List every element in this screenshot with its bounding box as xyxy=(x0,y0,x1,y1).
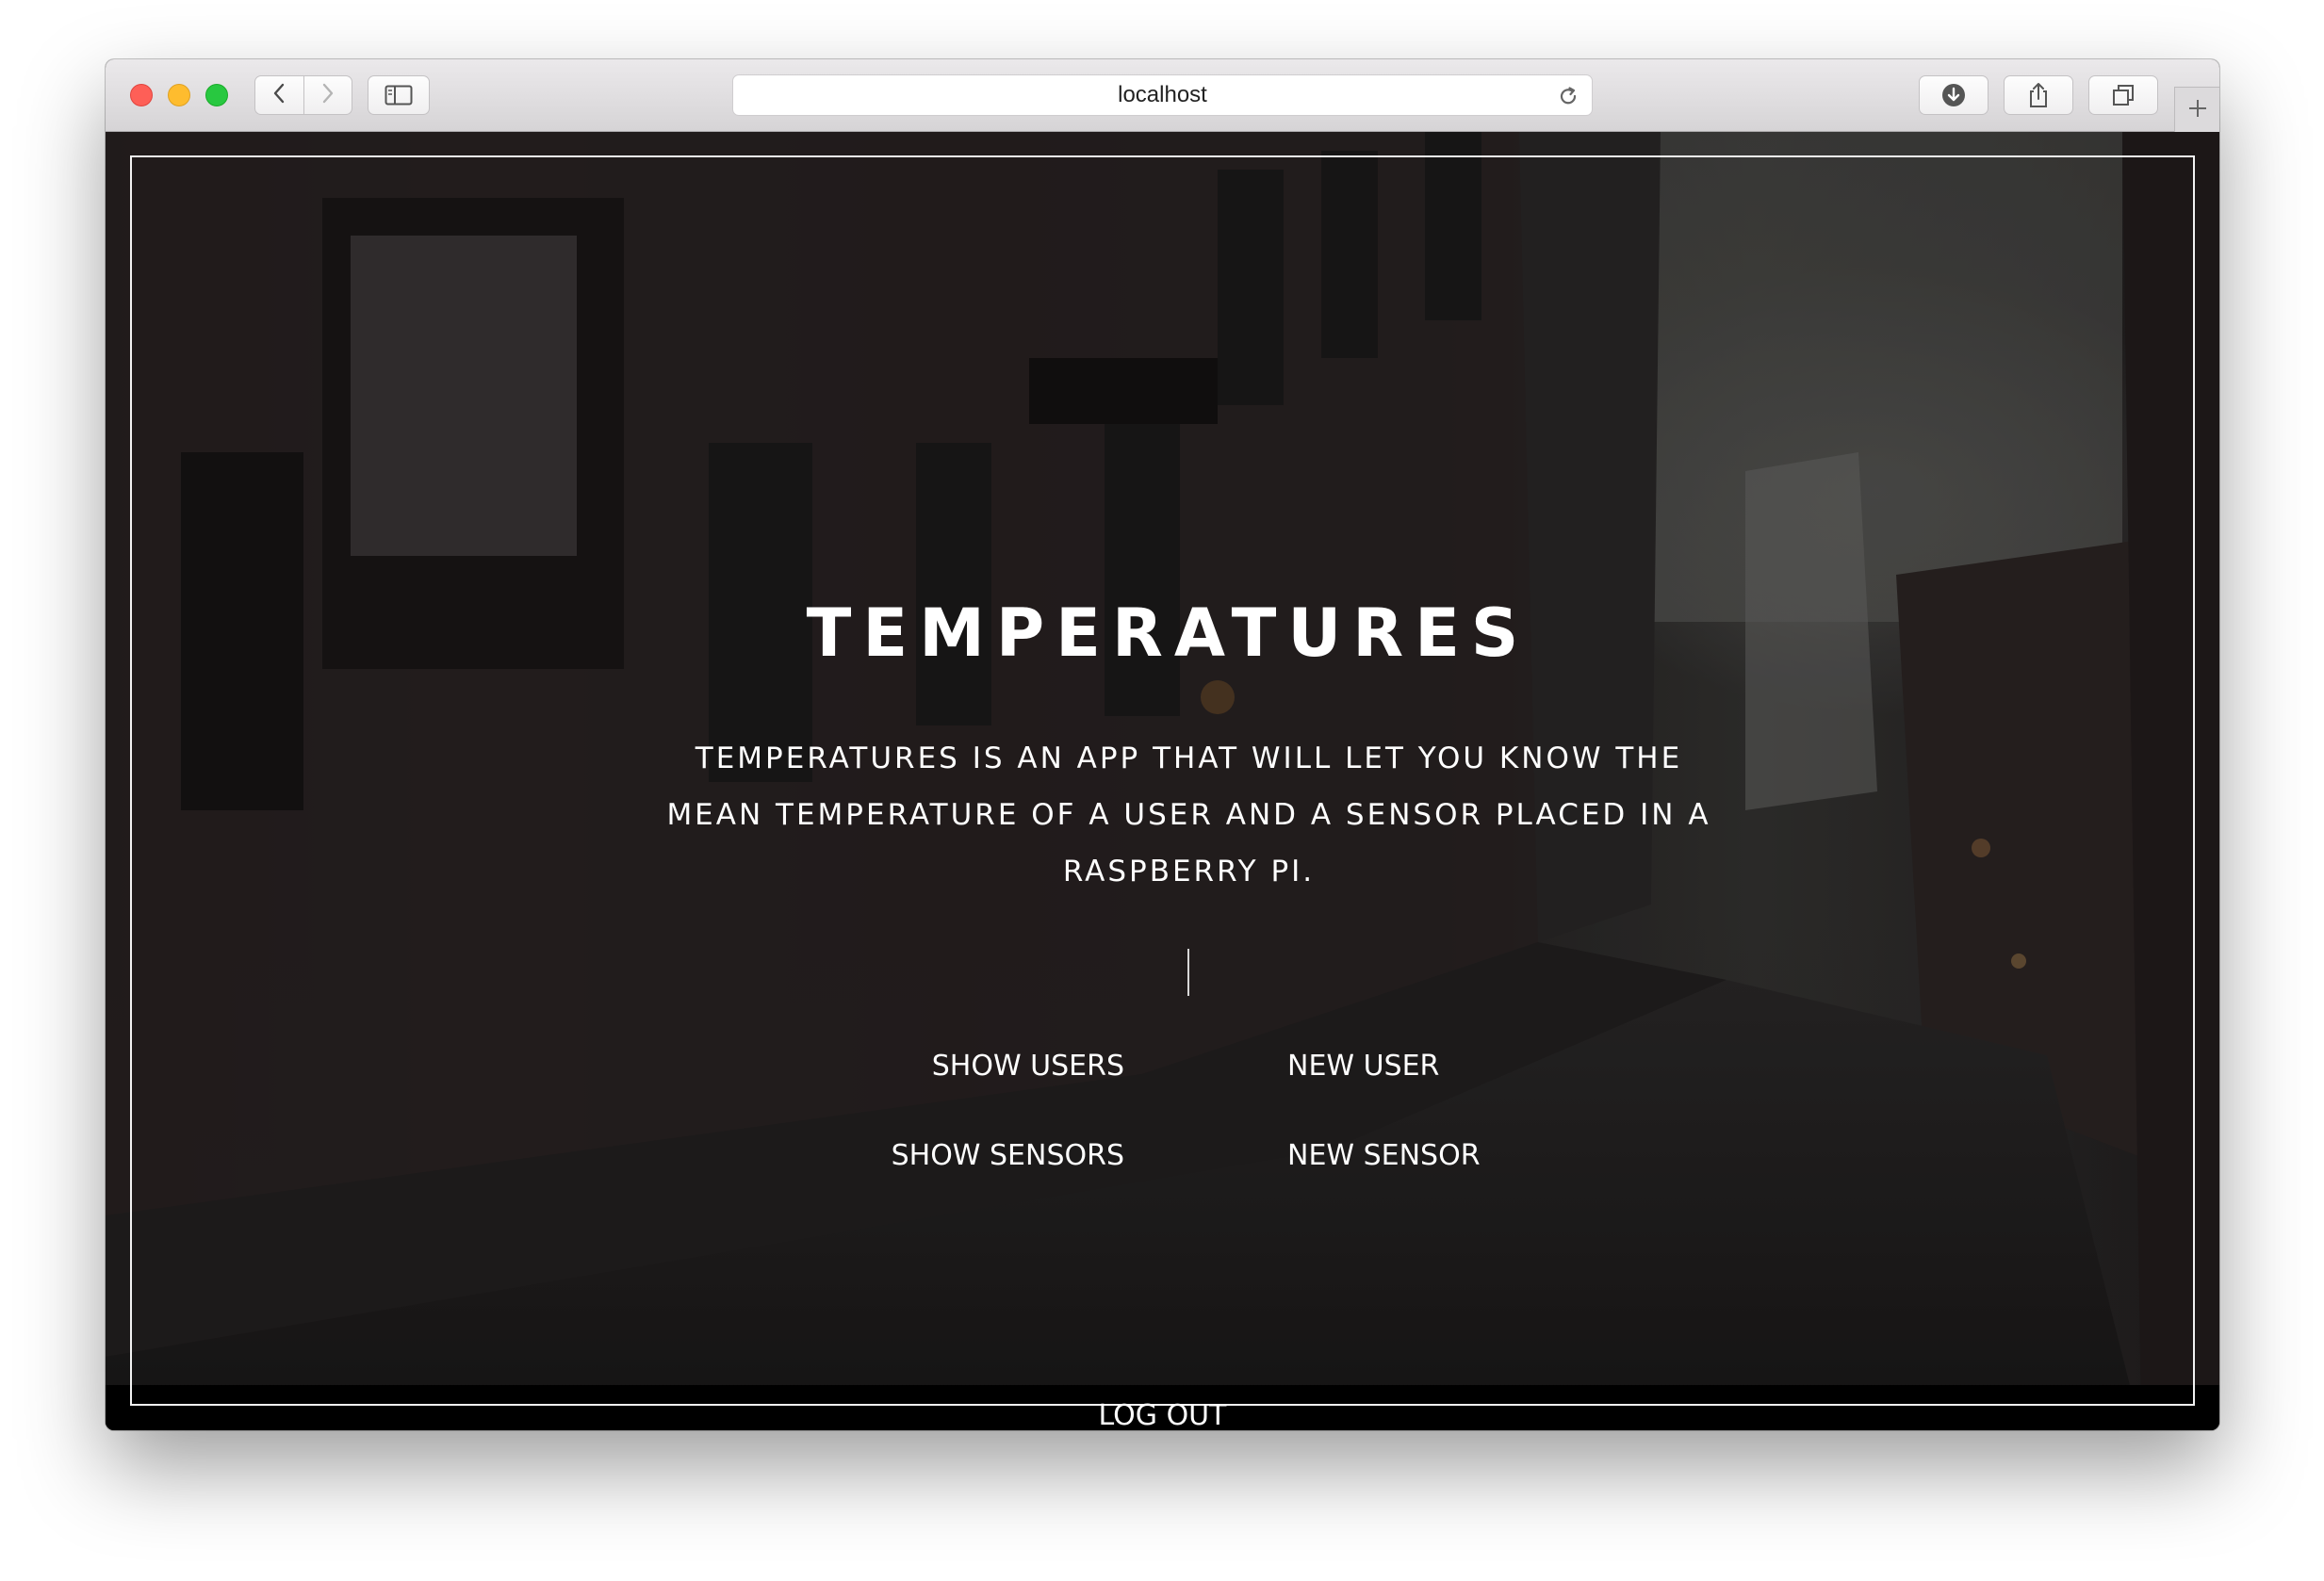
close-window-button[interactable] xyxy=(130,84,153,106)
navigation-buttons xyxy=(254,75,352,115)
download-icon xyxy=(1940,82,1967,108)
reload-icon[interactable] xyxy=(1556,84,1580,112)
new-tab-icon xyxy=(2187,98,2208,122)
page-title: TEMPERATURES xyxy=(806,595,1530,672)
share-button[interactable] xyxy=(2004,75,2073,115)
app-description: Temperatures is an app that will let you… xyxy=(666,742,1711,888)
url-text: localhost xyxy=(1118,82,1207,107)
sidebar-button[interactable] xyxy=(368,75,430,115)
forward-button[interactable] xyxy=(303,76,352,114)
new-tab-button[interactable] xyxy=(2174,87,2219,132)
maximize-window-button[interactable] xyxy=(205,84,228,106)
new-user-link[interactable]: NEW USER xyxy=(1287,1048,1439,1085)
page-viewport: TEMPERATURES Temperatures is an app that… xyxy=(106,132,2219,1430)
log-out-link[interactable]: LOG OUT xyxy=(132,1397,2193,1430)
minimize-window-button[interactable] xyxy=(168,84,190,106)
back-button[interactable] xyxy=(255,76,303,114)
sidebar-icon xyxy=(385,85,413,106)
share-icon xyxy=(2026,81,2051,109)
content-frame: TEMPERATURES Temperatures is an app that… xyxy=(130,155,2195,1430)
address-bar[interactable]: localhost xyxy=(732,74,1593,116)
browser-window: localhost TEMPERATURES TEMPERATURES IS A… xyxy=(106,59,2219,1430)
tabs-icon xyxy=(2111,83,2136,107)
show-sensors-link[interactable]: SHOW SENSORS xyxy=(892,1137,1124,1175)
back-icon xyxy=(271,82,286,108)
browser-toolbar: localhost xyxy=(106,59,2219,132)
new-sensor-link[interactable]: NEW SENSOR xyxy=(1287,1137,1481,1175)
downloads-button[interactable] xyxy=(1919,75,1988,115)
hero-content: TEMPERATURES Temperatures is an app that… xyxy=(132,157,2193,1430)
vertical-divider xyxy=(1187,949,1189,996)
forward-icon xyxy=(320,82,336,108)
show-tabs-button[interactable] xyxy=(2088,75,2158,115)
show-users-link[interactable]: SHOW USERS xyxy=(932,1048,1124,1085)
